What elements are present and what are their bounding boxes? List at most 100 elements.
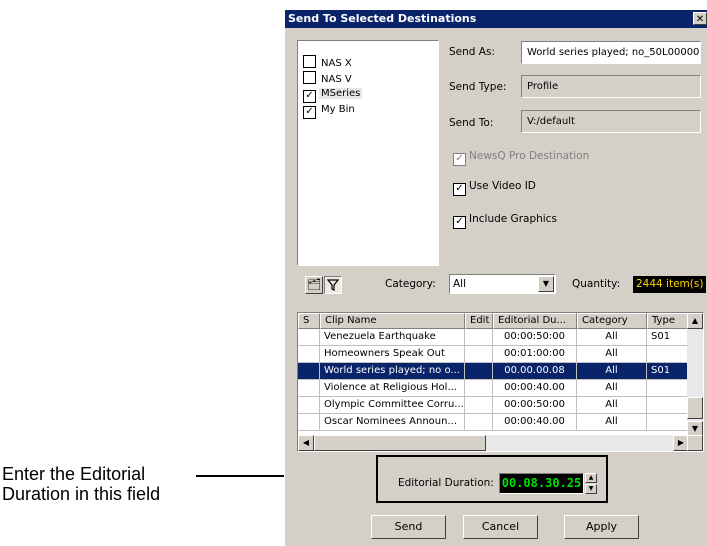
category-cell: All <box>577 346 647 363</box>
clip-name-cell: Violence at Religious Hol... <box>320 380 465 397</box>
title-bar: Send To Selected Destinations ✕ <box>285 10 707 28</box>
cancel-button[interactable]: Cancel <box>463 515 538 539</box>
edit-cell <box>465 414 493 431</box>
duration-cell: 00:00:40.00 <box>493 414 577 431</box>
column-header[interactable]: Editorial Du... <box>493 313 577 329</box>
newsq-checkbox: ✓ <box>453 153 466 166</box>
status-cell <box>298 363 320 380</box>
send-type-field: Profile <box>521 75 701 98</box>
use-video-id-label: Use Video ID <box>469 180 536 192</box>
status-cell <box>298 397 320 414</box>
callout-line-2: Duration in this field <box>2 484 161 504</box>
duration-cell: 00:01:00:00 <box>493 346 577 363</box>
type-cell: S01 <box>647 329 690 346</box>
include-graphics-checkbox[interactable]: ✓ <box>453 216 466 229</box>
cancel-label: Cancel <box>481 520 520 533</box>
table-row[interactable]: Violence at Religious Hol... 00:00:40.00 A… <box>298 380 690 397</box>
edit-cell <box>465 380 493 397</box>
newsq-label: NewsQ Pro Destination <box>469 150 590 162</box>
clip-name-cell: Oscar Nominees Announ... <box>320 414 465 431</box>
newsq-option: ✓ NewsQ Pro Destination <box>453 150 589 166</box>
clip-name-cell: Homeowners Speak Out <box>320 346 465 363</box>
destination-item[interactable]: ✓ MSeries <box>303 87 363 103</box>
callout-text: Enter the Editorial Duration in this fie… <box>2 464 160 504</box>
type-cell: S01 <box>647 363 690 380</box>
send-label: Send <box>394 520 423 533</box>
destination-checkbox[interactable]: ✓ <box>303 90 316 103</box>
destination-label: MSeries <box>319 88 363 99</box>
scroll-left-icon[interactable]: ◀ <box>298 435 314 451</box>
category-cell: All <box>577 363 647 380</box>
column-header[interactable]: Clip Name <box>320 313 465 329</box>
destination-item[interactable]: NAS X <box>303 55 354 70</box>
send-as-label: Send As: <box>449 46 495 58</box>
apply-button[interactable]: Apply <box>564 515 639 539</box>
category-cell: All <box>577 380 647 397</box>
category-value: All <box>453 278 467 290</box>
type-cell <box>647 380 690 397</box>
chevron-down-icon[interactable]: ▼ <box>538 276 554 292</box>
send-button[interactable]: Send <box>371 515 446 539</box>
clip-name-cell: World series played; no o... <box>320 363 465 380</box>
destination-label: My Bin <box>321 104 355 115</box>
destination-list[interactable]: NAS X NAS V ✓ MSeries ✓ My Bin <box>297 40 439 266</box>
column-header[interactable]: Type <box>647 313 690 329</box>
type-cell <box>647 397 690 414</box>
quantity-label: Quantity: <box>572 278 621 290</box>
destination-item[interactable]: ✓ My Bin <box>303 103 357 119</box>
send-as-field[interactable]: World series played; no_50L00000 <box>521 41 701 64</box>
table-row[interactable]: World series played; no o... 00.00.00.08 A… <box>298 363 690 380</box>
category-cell: All <box>577 329 647 346</box>
category-cell: All <box>577 414 647 431</box>
category-label: Category: <box>385 278 436 290</box>
category-select[interactable]: All ▼ <box>449 274 556 294</box>
horizontal-scrollbar[interactable]: ◀ ▶ <box>298 435 689 451</box>
table-row[interactable]: Homeowners Speak Out 00:01:00:00 All <box>298 346 690 363</box>
destination-label: NAS X <box>321 58 352 69</box>
destination-item[interactable]: NAS V <box>303 71 354 86</box>
include-graphics-option[interactable]: ✓ Include Graphics <box>453 213 557 229</box>
table-row[interactable]: Venezuela Earthquake 00:00:50:00 All S01 <box>298 329 690 346</box>
table-row[interactable]: Oscar Nominees Announ... 00:00:40.00 All <box>298 414 690 431</box>
clip-name-cell: Venezuela Earthquake <box>320 329 465 346</box>
hscroll-thumb[interactable] <box>314 435 486 451</box>
destination-checkbox[interactable] <box>303 71 316 84</box>
clip-table[interactable]: S Clip Name Edit Editorial Du... Category Typ… <box>297 312 704 452</box>
new-bin-button[interactable]: 🗂 <box>305 276 323 294</box>
table-row[interactable]: Olympic Committee Corru... 00:00:50:00 All <box>298 397 690 414</box>
scroll-corner <box>687 435 703 451</box>
send-to-label: Send To: <box>449 117 494 129</box>
duration-cell: 00:00:50:00 <box>493 329 577 346</box>
type-cell <box>647 346 690 363</box>
filter-button[interactable] <box>324 276 342 294</box>
duration-cell: 00:00:40.00 <box>493 380 577 397</box>
destination-checkbox[interactable] <box>303 55 316 68</box>
edit-cell <box>465 363 493 380</box>
apply-label: Apply <box>585 520 618 533</box>
callout-line-1: Enter the Editorial <box>2 464 146 484</box>
bin-icon: 🗂 <box>307 278 321 291</box>
duration-cell: 00.00.00.08 <box>493 363 577 380</box>
use-video-id-option[interactable]: ✓ Use Video ID <box>453 180 536 196</box>
filter-icon <box>326 279 340 291</box>
include-graphics-label: Include Graphics <box>469 213 557 225</box>
highlight-frame <box>376 455 608 503</box>
destination-checkbox[interactable]: ✓ <box>303 106 316 119</box>
use-video-id-checkbox[interactable]: ✓ <box>453 183 466 196</box>
category-cell: All <box>577 397 647 414</box>
column-header[interactable]: Edit <box>465 313 493 329</box>
status-cell <box>298 414 320 431</box>
send-to-field: V:/default <box>521 110 701 133</box>
callout-leader-line <box>196 475 292 477</box>
scroll-up-icon[interactable]: ▲ <box>687 313 703 329</box>
status-cell <box>298 329 320 346</box>
close-button[interactable]: ✕ <box>693 12 707 25</box>
column-header[interactable]: S <box>298 313 320 329</box>
send-type-label: Send Type: <box>449 81 507 93</box>
status-cell <box>298 346 320 363</box>
scroll-thumb[interactable] <box>687 397 703 419</box>
vertical-scrollbar[interactable]: ▲ ▼ <box>687 313 703 437</box>
column-header[interactable]: Category <box>577 313 647 329</box>
status-cell <box>298 380 320 397</box>
type-cell <box>647 414 690 431</box>
